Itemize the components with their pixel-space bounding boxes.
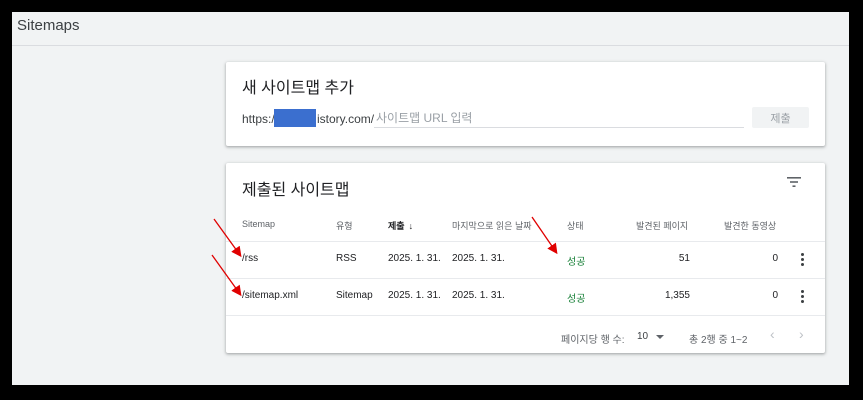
annotation-arrow-icon [211,254,242,297]
annotation-arrow-icon [213,218,242,258]
annotation-arrow-icon [531,216,558,255]
sitemaps-window: Sitemaps 새 사이트맵 추가 https:// istory.com/ … [12,12,849,385]
annotation-arrows [211,216,558,297]
